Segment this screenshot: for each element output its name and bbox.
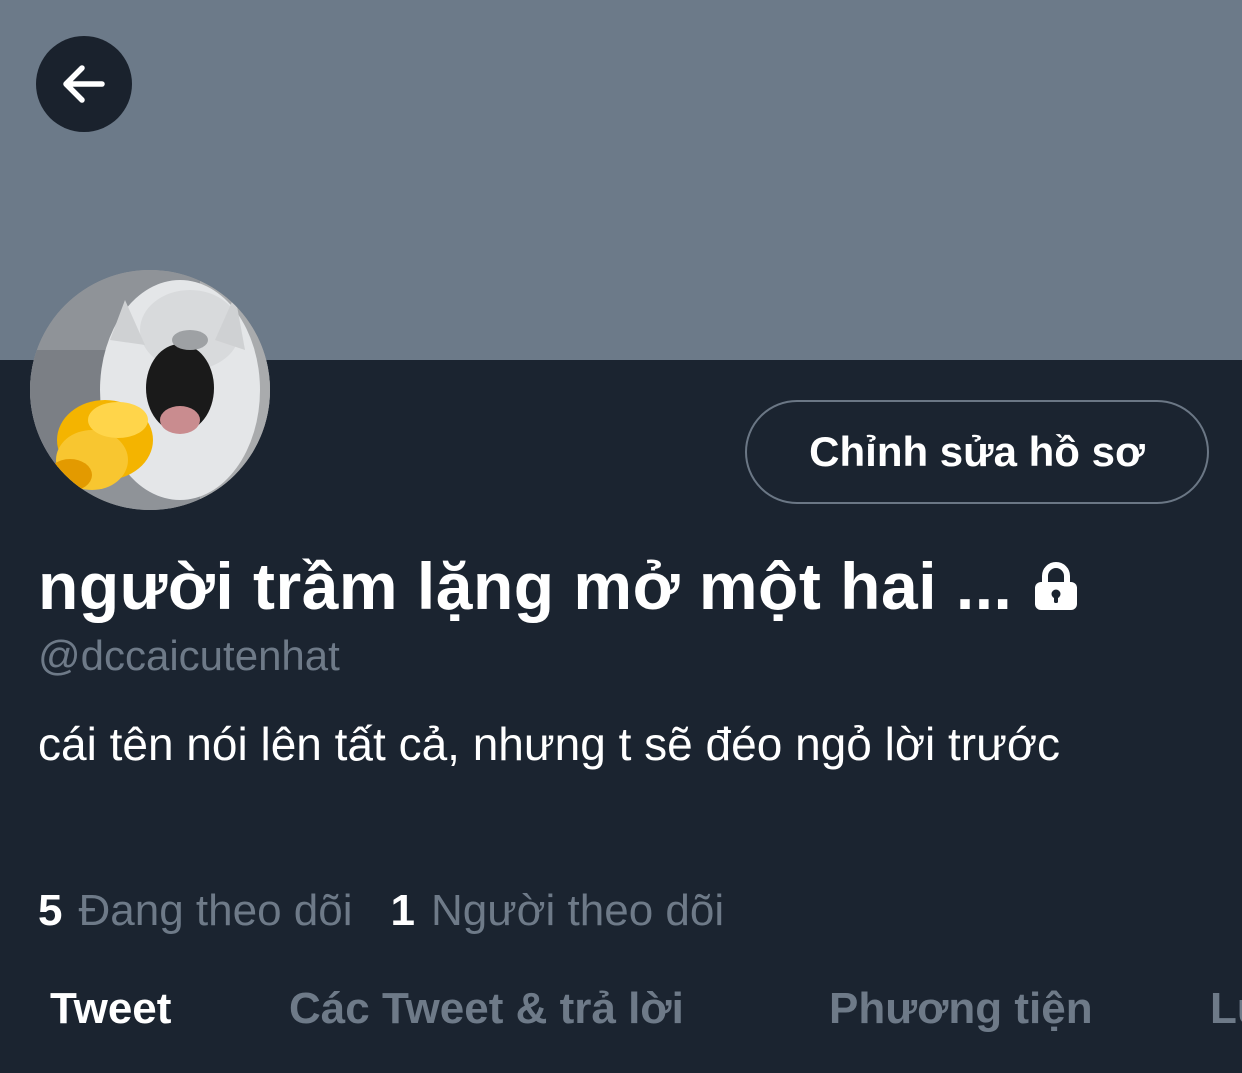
lock-icon	[1035, 562, 1078, 610]
back-button[interactable]	[36, 36, 132, 132]
profile-tabs: Tweet Các Tweet & trả lời Phương tiện Lư	[0, 972, 1242, 1073]
tab-likes[interactable]: Lư	[1210, 984, 1242, 1034]
profile-bio: cái tên nói lên tất cả, nhưng t sẽ đéo n…	[38, 718, 1061, 770]
tab-tweets-and-replies[interactable]: Các Tweet & trả lời	[289, 984, 684, 1034]
display-name: người trầm lặng mở một hai ...	[38, 549, 1013, 623]
followers-label: Người theo dõi	[430, 886, 725, 935]
following-count: 5	[38, 886, 63, 935]
following-label: Đang theo dõi	[78, 886, 353, 935]
avatar-image	[30, 270, 270, 510]
tab-media[interactable]: Phương tiện	[829, 984, 1093, 1034]
profile-stats: 5 Đang theo dõi 1 Người theo dõi	[38, 886, 762, 936]
edit-profile-label: Chỉnh sửa hồ sơ	[809, 428, 1145, 475]
edit-profile-button[interactable]: Chỉnh sửa hồ sơ	[745, 400, 1209, 504]
following-stat[interactable]: 5 Đang theo dõi	[38, 886, 352, 936]
avatar[interactable]	[30, 270, 270, 510]
followers-stat[interactable]: 1 Người theo dõi	[390, 886, 724, 936]
profile-handle: @dccaicutenhat	[38, 632, 340, 679]
followers-count: 1	[390, 886, 415, 935]
arrow-left-icon	[63, 65, 105, 103]
tab-tweets[interactable]: Tweet	[50, 984, 171, 1034]
profile-page: Chỉnh sửa hồ sơ người trầm lặng mở một h…	[0, 0, 1242, 1073]
display-name-row: người trầm lặng mở một hai ...	[38, 548, 1080, 624]
